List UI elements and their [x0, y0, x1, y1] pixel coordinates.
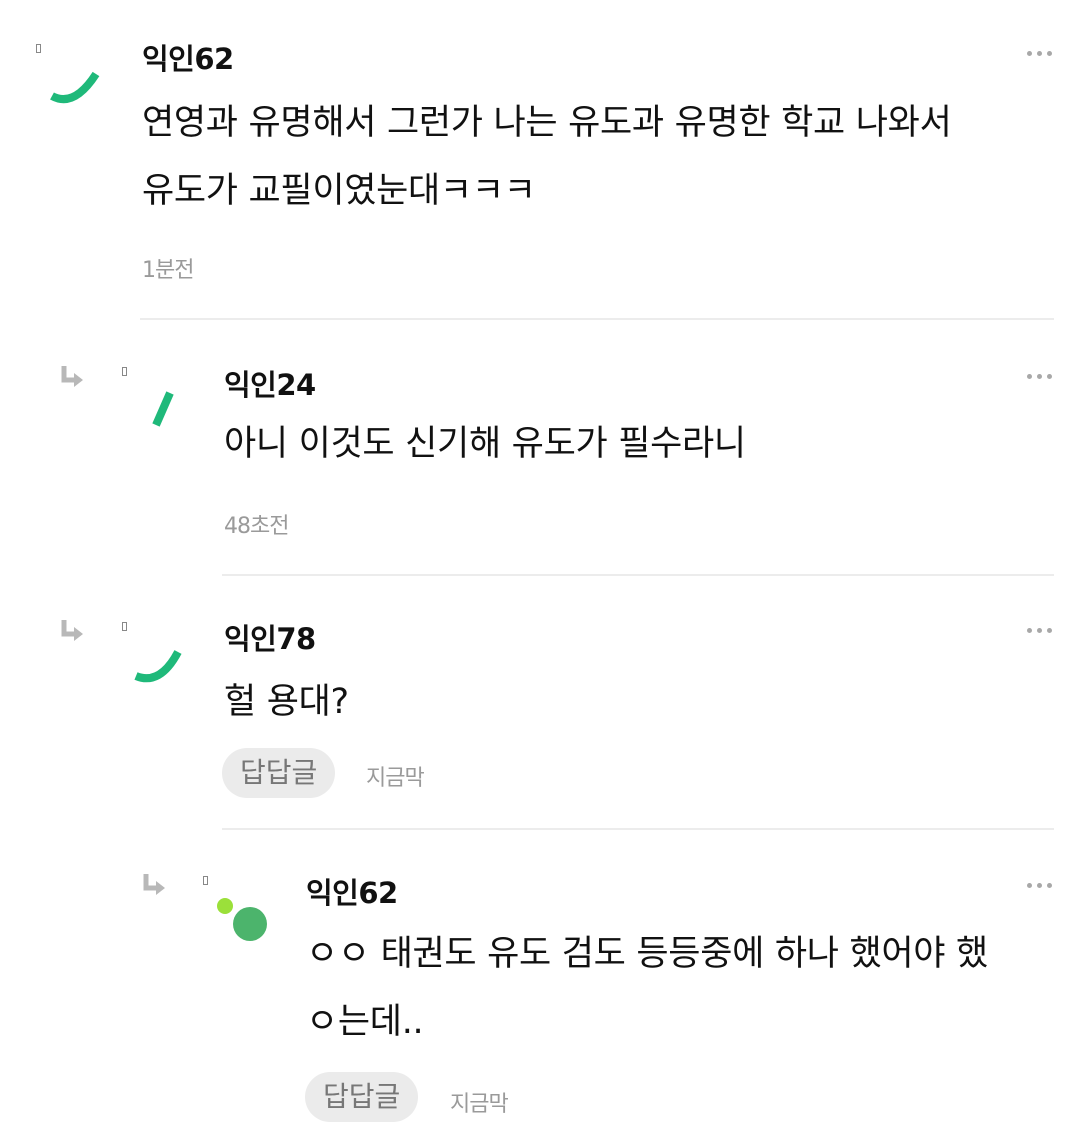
timestamp: 1분전	[142, 258, 194, 283]
reply-arrow-icon	[143, 874, 165, 895]
comment-line: 유도가 교필이였눈대ㅋㅋㅋ	[142, 171, 536, 211]
slash-avatar-icon	[152, 391, 174, 427]
more-dots-icon[interactable]	[1027, 627, 1053, 635]
reply-item: 익인78 헐 용대? 답답글 지금막	[0, 576, 1080, 828]
comment-line: ㅇㅇ 태권도 유도 검도 등등중에 하나 했어야 했	[306, 934, 988, 974]
more-dots-icon[interactable]	[1027, 373, 1053, 381]
reply-item: 익인24 아니 이것도 신기해 유도가 필수라니 48초전	[0, 322, 1080, 574]
marker-icon	[36, 44, 41, 53]
comment-item: 익인62 연영과 유명해서 그런가 나는 유도과 유명한 학교 나와서 유도가 …	[0, 0, 1080, 320]
comment-line: ㅇ는데..	[306, 1002, 424, 1042]
reply-button[interactable]: 답답글	[305, 1072, 419, 1122]
nickname[interactable]: 익인24	[224, 362, 316, 404]
arc-avatar-icon	[50, 71, 100, 104]
comment-line: 헐 용대?	[224, 682, 349, 722]
reply-arrow-icon	[61, 620, 83, 641]
nickname[interactable]: 익인62	[306, 870, 398, 912]
divider	[140, 318, 1054, 320]
comment-body: 아니 이것도 신기해 유도가 필수라니	[224, 410, 746, 478]
marker-icon	[122, 367, 127, 376]
marker-icon	[122, 622, 127, 631]
comment-body: ㅇㅇ 태권도 유도 검도 등등중에 하나 했어야 했 ㅇ는데..	[306, 920, 1056, 1056]
reply-arrow-icon	[61, 366, 83, 387]
more-dots-icon[interactable]	[1027, 882, 1053, 890]
comment-line: 연영과 유명해서 그런가 나는 유도과 유명한 학교 나와서	[142, 103, 952, 143]
comment-body: 연영과 유명해서 그런가 나는 유도과 유명한 학교 나와서 유도가 교필이였눈…	[142, 89, 952, 225]
more-dots-icon[interactable]	[1027, 50, 1053, 58]
timestamp: 48초전	[224, 514, 289, 539]
comment-line: 아니 이것도 신기해 유도가 필수라니	[224, 424, 746, 464]
timestamp: 지금막	[450, 1092, 509, 1117]
arc-avatar-icon	[134, 650, 182, 683]
nickname[interactable]: 익인78	[224, 616, 316, 658]
comment-body: 헐 용대?	[224, 668, 349, 736]
reply-item: 익인62 ㅇㅇ 태권도 유도 검도 등등중에 하나 했어야 했 ㅇ는데.. 답답…	[0, 830, 1080, 1134]
timestamp: 지금막	[366, 766, 425, 791]
nickname[interactable]: 익인62	[142, 36, 234, 78]
marker-icon	[203, 876, 208, 885]
reply-button[interactable]: 답답글	[222, 748, 336, 798]
dots-avatar-icon	[217, 898, 267, 941]
